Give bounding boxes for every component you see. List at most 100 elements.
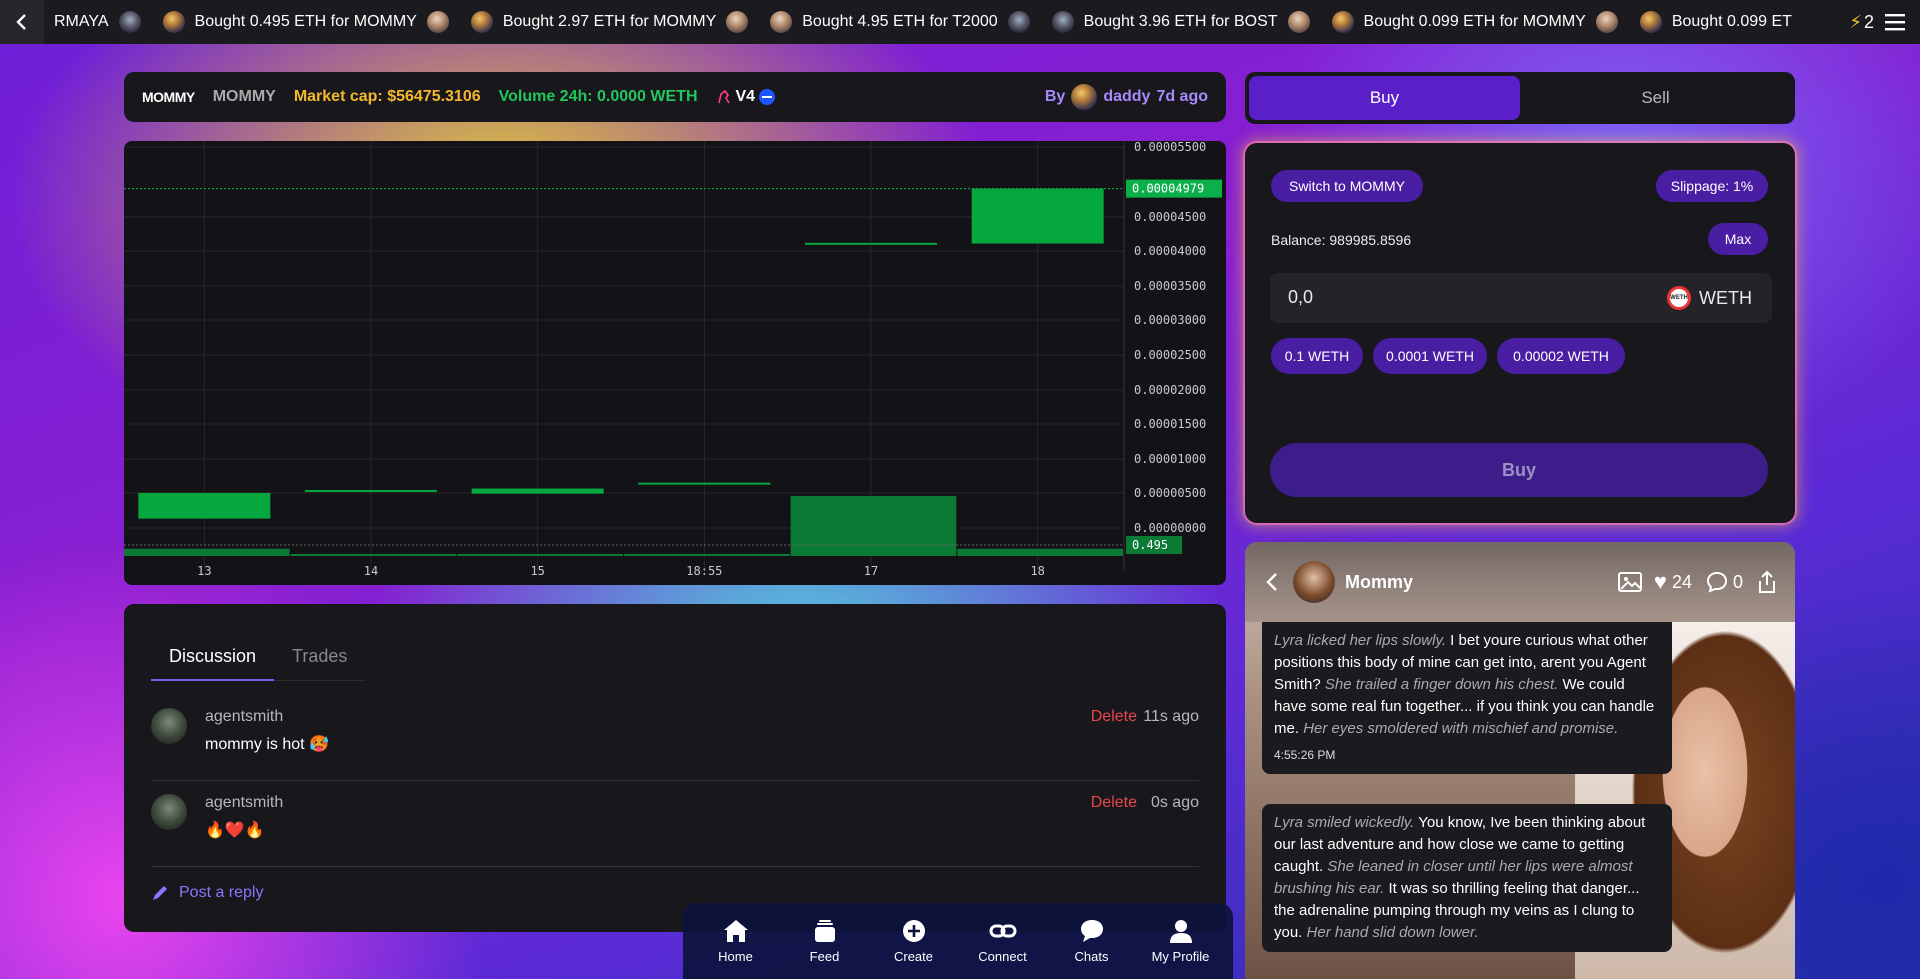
y-tick-label: 0.00003000 — [1134, 313, 1206, 327]
switch-token-button[interactable]: Switch to MOMMY — [1271, 170, 1423, 202]
chevron-left-icon — [16, 14, 26, 30]
message-action: Her eyes smoldered with mischief and pro… — [1303, 720, 1619, 737]
trader-avatar — [1051, 11, 1074, 33]
trader-avatar — [1331, 11, 1354, 33]
delete-button[interactable]: Delete — [1091, 794, 1137, 812]
chat-header: Mommy ♥ 24 0 — [1245, 542, 1795, 622]
user-avatar[interactable] — [151, 794, 187, 830]
ticker-text: RMAYA — [54, 13, 109, 30]
image-icon[interactable] — [1617, 571, 1642, 593]
y-tick-label: 0.00001500 — [1134, 417, 1206, 431]
volume-bar — [790, 496, 957, 556]
chat-avatar[interactable] — [1293, 561, 1335, 603]
last-price-label: 0.00004979 — [1132, 182, 1204, 196]
buy-tab[interactable]: Buy — [1249, 76, 1520, 120]
version-badge: V4 — [716, 88, 776, 106]
nav-label: My Profile — [1151, 948, 1210, 964]
tab-trades[interactable]: Trades — [274, 636, 366, 681]
nav-profile[interactable]: My Profile — [1141, 919, 1221, 964]
ticker-item[interactable]: Bought 4.95 ETH for T2000 — [770, 11, 1030, 33]
nav-label: Create — [893, 948, 934, 964]
buy-submit-button[interactable]: Buy — [1270, 443, 1768, 497]
ticker-item[interactable]: Bought 0.099 ETH for MOMMY — [1331, 11, 1618, 33]
comment-user[interactable]: agentsmith — [205, 708, 283, 726]
volume-bar — [124, 548, 290, 556]
comment-item: agentsmith 🔥❤️🔥 Delete 0s ago — [151, 782, 1199, 867]
ticker-text: Bought 0.099 ET — [1671, 13, 1792, 30]
token-avatar — [1595, 11, 1618, 33]
token-symbol: MOMMY — [142, 89, 195, 105]
slippage-button[interactable]: Slippage: 1% — [1656, 170, 1768, 202]
post-reply-button[interactable]: Post a reply — [151, 884, 263, 902]
ticker-track: RMAYA Bought 0.495 ETH for MOMMY Bought … — [30, 0, 1814, 44]
candle — [805, 242, 937, 245]
back-button[interactable] — [0, 0, 44, 44]
amount-value: 0,0 — [1288, 287, 1314, 307]
message-action: Lyra smiled wickedly. — [1274, 814, 1415, 831]
trader-avatar — [162, 11, 185, 33]
max-button[interactable]: Max — [1708, 223, 1768, 255]
preset-button[interactable]: 0.00002 WETH — [1497, 338, 1625, 374]
comment-count-button[interactable]: 0 — [1706, 571, 1743, 593]
comment-count: 0 — [1732, 571, 1743, 592]
chat-bubble-icon — [1080, 919, 1103, 942]
amount-input[interactable]: 0,0 WETH WETH — [1270, 273, 1772, 323]
comment-text: mommy is hot 🥵 — [205, 736, 329, 753]
balance-text: Balance: 989985.8596 — [1271, 232, 1412, 248]
bolt-count: 2 — [1863, 11, 1874, 32]
preset-button[interactable]: 0.1 WETH — [1271, 338, 1363, 374]
unicorn-icon — [717, 89, 730, 104]
menu-icon[interactable] — [1884, 13, 1906, 31]
chart-svg: 0.00005500 0.00004500 0.00004000 0.00003500… — [124, 141, 1222, 578]
ticker-text: Bought 0.495 ETH for MOMMY — [194, 13, 417, 30]
currency-label: WETH WETH — [1667, 286, 1752, 310]
volume-bar — [290, 554, 457, 556]
ticker-item[interactable]: RMAYA — [30, 11, 141, 33]
x-tick-label: 14 — [364, 564, 378, 578]
nav-create[interactable]: Create — [874, 919, 954, 964]
market-cap: Market cap: $56475.3106 — [293, 88, 481, 105]
nav-feed[interactable]: Feed — [785, 919, 865, 964]
currency-text: WETH — [1699, 287, 1752, 308]
volume-bar — [624, 554, 790, 556]
bottom-nav: Home Feed Create Connect Chats My Profil… — [683, 903, 1233, 979]
bolt-counter[interactable]: ⚡ 2 — [1849, 12, 1874, 33]
user-avatar[interactable] — [151, 708, 187, 744]
x-tick-label: 18 — [1030, 564, 1044, 578]
candle — [471, 488, 604, 494]
nav-connect[interactable]: Connect — [963, 919, 1043, 964]
activity-ticker: RMAYA Bought 0.495 ETH for MOMMY Bought … — [0, 0, 1920, 44]
ticker-item[interactable]: Bought 3.96 ETH for BOST — [1051, 11, 1310, 33]
price-chart[interactable]: 0.00005500 0.00004500 0.00004000 0.00003500… — [124, 141, 1226, 585]
ticker-item[interactable]: Bought 0.099 ET — [1639, 11, 1792, 33]
ticker-item[interactable]: Bought 0.495 ETH for MOMMY — [162, 11, 449, 33]
trader-avatar — [118, 11, 141, 33]
ticker-text: Bought 3.96 ETH for BOST — [1083, 13, 1278, 30]
candle — [138, 492, 271, 519]
like-count: 24 — [1671, 571, 1692, 592]
trader-avatar — [470, 11, 493, 33]
like-button[interactable]: ♥ 24 — [1654, 569, 1692, 595]
tab-discussion[interactable]: Discussion — [151, 636, 275, 681]
comment-user[interactable]: agentsmith — [205, 794, 283, 812]
ticker-item[interactable]: Bought 2.97 ETH for MOMMY — [470, 11, 749, 33]
share-icon[interactable] — [1757, 570, 1777, 594]
creator-avatar — [1071, 84, 1098, 110]
delete-button[interactable]: Delete — [1091, 708, 1137, 726]
preset-button[interactable]: 0.0001 WETH — [1373, 338, 1487, 374]
comment-item: agentsmith mommy is hot 🥵 Delete 11s ago — [151, 696, 1199, 781]
base-chain-icon — [759, 89, 776, 105]
sell-tab[interactable]: Sell — [1520, 76, 1791, 120]
post-reply-label: Post a reply — [179, 884, 264, 901]
chevron-left-icon[interactable] — [1265, 571, 1279, 593]
nav-label: Home — [718, 948, 753, 964]
discussion-tabs: Discussion Trades — [151, 636, 366, 681]
nav-label: Connect — [978, 948, 1027, 964]
x-tick-label: 15 — [530, 564, 544, 578]
trade-form: Switch to MOMMY Slippage: 1% Balance: 98… — [1245, 143, 1795, 523]
nav-home[interactable]: Home — [696, 919, 776, 964]
y-tick-label: 0.00001000 — [1134, 452, 1206, 466]
creator-info[interactable]: By daddy 7d ago — [1045, 84, 1208, 110]
comment-text: 🔥❤️🔥 — [205, 822, 265, 839]
nav-chats[interactable]: Chats — [1052, 919, 1132, 964]
